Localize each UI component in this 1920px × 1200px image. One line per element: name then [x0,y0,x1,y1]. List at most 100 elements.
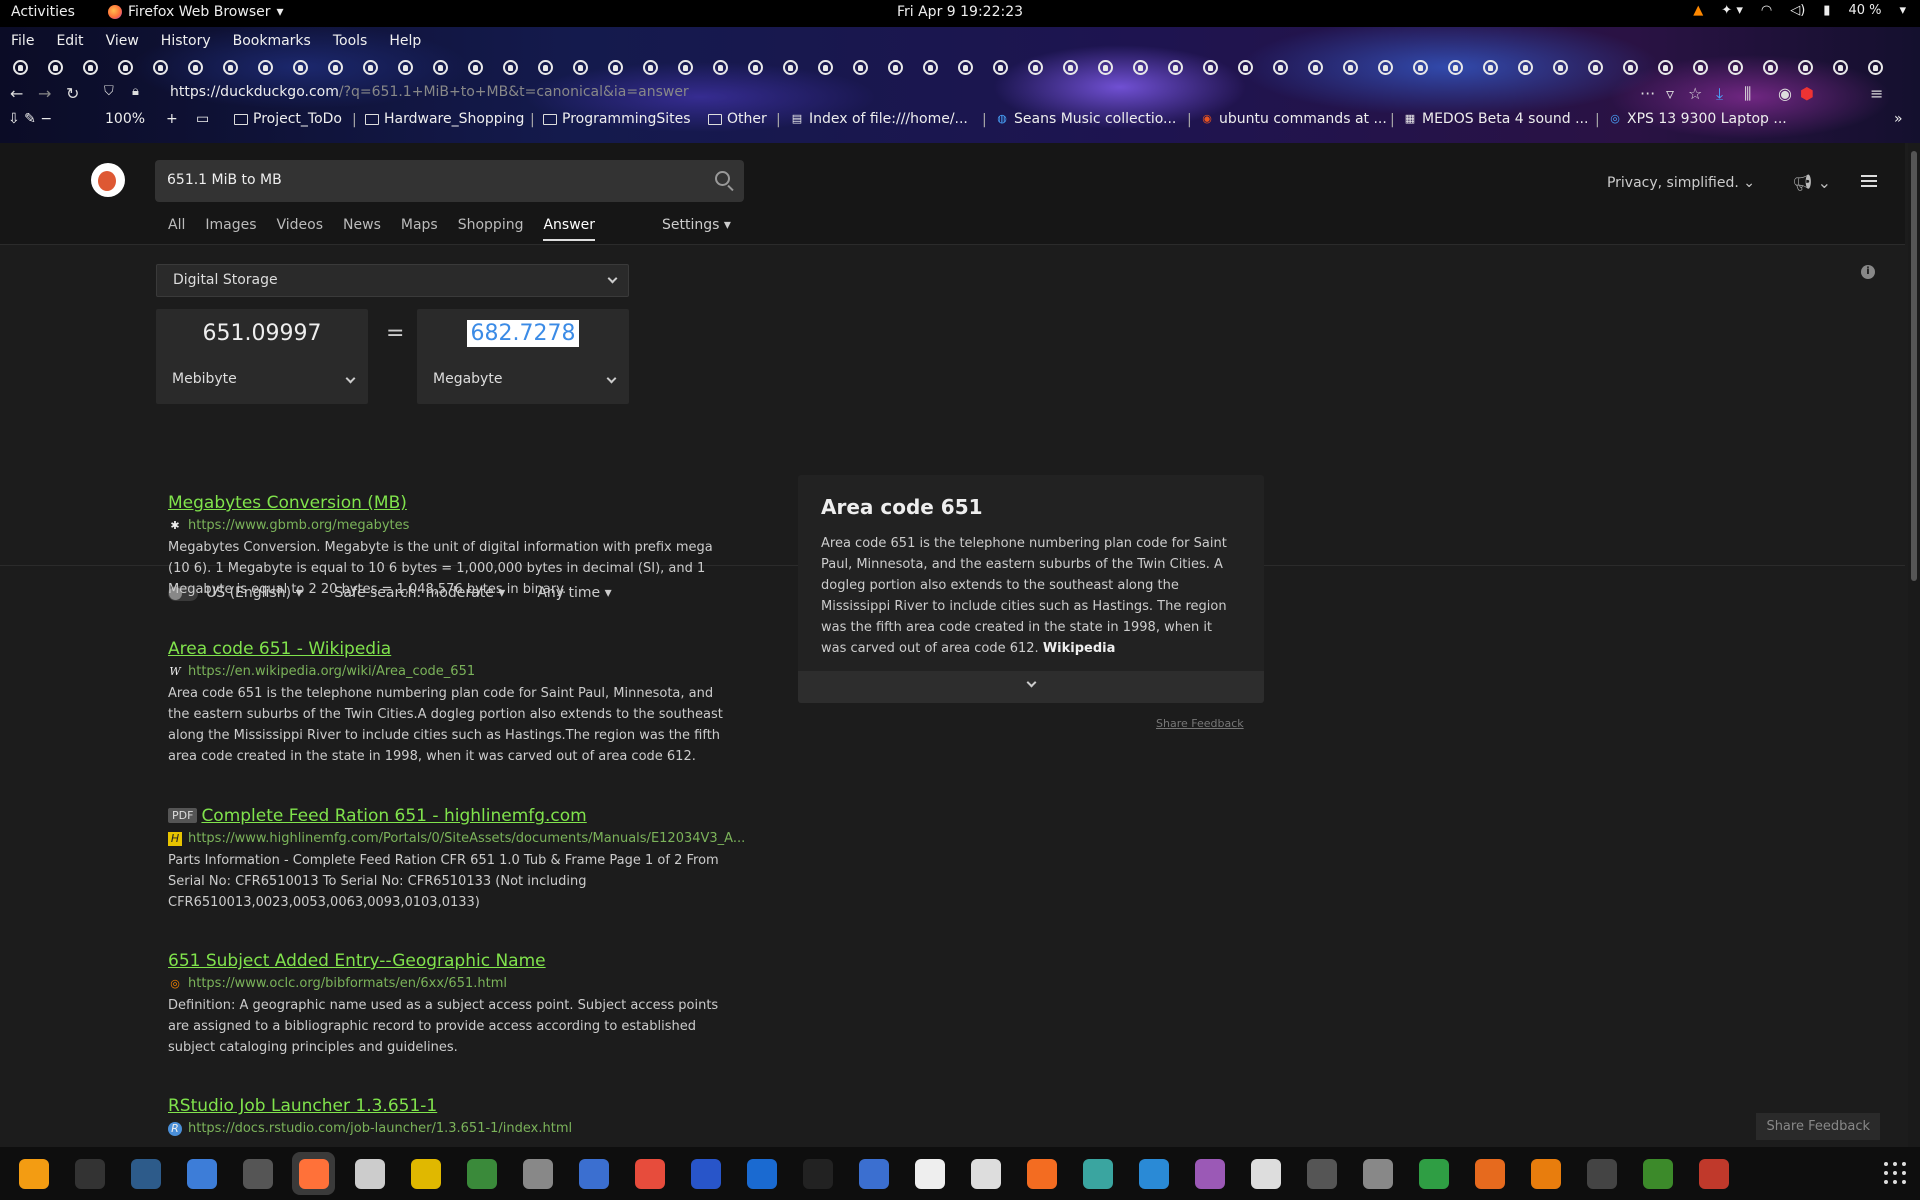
browser-tab[interactable] [113,56,137,78]
browser-tab[interactable] [358,56,382,78]
result-url[interactable]: Rhttps://docs.rstudio.com/job-launcher/1… [168,1121,738,1136]
character-map-icon[interactable] [964,1152,1007,1195]
nomacs-icon[interactable] [1580,1152,1623,1195]
browser-tab[interactable] [323,56,347,78]
browser-tab[interactable] [568,56,592,78]
browser-tab[interactable] [708,56,732,78]
font-viewer-icon[interactable] [1244,1152,1287,1195]
pocket-icon[interactable]: ▿ [1666,84,1674,103]
info-icon[interactable]: i [1861,265,1875,279]
vlc-icon[interactable] [12,1152,55,1195]
result-url[interactable]: ◎ https://www.oclc.org/bibformats/en/6xx/… [168,976,738,991]
disk-usage-icon[interactable] [1356,1152,1399,1195]
to-unit-select[interactable]: Megabyte [433,371,502,387]
spreadsheet-icon[interactable] [1412,1152,1455,1195]
result-title-link[interactable]: Complete Feed Ration 651 - highlinemfg.c… [201,806,586,826]
tab-shopping[interactable]: Shopping [458,217,524,241]
forward-icon[interactable]: → [38,84,51,103]
hamburger-menu-icon[interactable] [1861,175,1877,187]
browser-tab[interactable] [1163,56,1187,78]
browser-tab[interactable] [1128,56,1152,78]
account-icon[interactable]: ◉ [1778,84,1792,103]
browser-tab[interactable] [1478,56,1502,78]
bookmark-star-icon[interactable]: ☆ [1688,84,1702,103]
folder-icon[interactable]: ▭ [196,111,209,127]
browser-tab[interactable] [1688,56,1712,78]
browser-tab[interactable] [1758,56,1782,78]
inkscape-icon[interactable] [796,1152,839,1195]
browser-tab[interactable] [1863,56,1887,78]
browser-tab[interactable] [533,56,557,78]
browser-tab[interactable] [988,56,1012,78]
screenshot-icon[interactable] [852,1152,895,1195]
browser-tab[interactable] [1373,56,1397,78]
browser-tab[interactable] [603,56,627,78]
browser-tab[interactable] [1653,56,1677,78]
result-title-link[interactable]: RStudio Job Launcher 1.3.651-1 [168,1096,738,1116]
browser-tab[interactable] [673,56,697,78]
browser-tab[interactable] [638,56,662,78]
software-center-icon[interactable] [1020,1152,1063,1195]
system-graph-icon[interactable] [628,1152,671,1195]
bookmark-other[interactable]: Other [708,111,767,127]
browser-tab[interactable] [1828,56,1852,78]
bookmark-programming-sites[interactable]: ProgrammingSites [543,111,691,127]
system-monitor-icon[interactable] [124,1152,167,1195]
app-menu-icon[interactable]: ≡ [1870,84,1883,103]
menu-tools[interactable]: Tools [333,33,368,49]
browser-tab[interactable] [743,56,767,78]
browser-tab[interactable] [148,56,172,78]
from-unit-select[interactable]: Mebibyte [172,371,237,387]
accessibility-icon[interactable]: ✦ ▾ [1721,3,1743,18]
clock[interactable]: Fri Apr 9 19:22:23 [897,4,1023,20]
files-icon[interactable] [348,1152,391,1195]
game-icon[interactable] [1692,1152,1735,1195]
category-select[interactable]: Digital Storage [156,264,629,297]
firefox-icon[interactable] [292,1152,335,1195]
minecraft-icon[interactable] [1636,1152,1679,1195]
battery-icon[interactable]: ▮ [1823,3,1830,18]
menu-file[interactable]: File [11,33,34,49]
virtualbox-icon[interactable] [740,1152,783,1195]
browser-tab[interactable] [183,56,207,78]
browser-tab[interactable] [778,56,802,78]
browser-tab[interactable] [498,56,522,78]
browser-tab[interactable] [288,56,312,78]
bookmarks-overflow-icon[interactable]: » [1894,111,1903,127]
from-value-input[interactable]: 651.09997 [156,321,368,346]
browser-tab[interactable] [1723,56,1747,78]
browser-tab[interactable] [1268,56,1292,78]
presentation-icon[interactable] [1468,1152,1511,1195]
browser-tab[interactable] [1583,56,1607,78]
tweaks-icon[interactable] [460,1152,503,1195]
tab-news[interactable]: News [343,217,381,241]
activities-button[interactable]: Activities [11,4,75,20]
show-applications-icon[interactable] [1884,1162,1906,1184]
browser-tab[interactable] [1198,56,1222,78]
menu-history[interactable]: History [161,33,211,49]
settings-dropdown[interactable]: Settings ▾ [662,217,731,233]
browser-tab[interactable] [1443,56,1467,78]
browser-tab[interactable] [1513,56,1537,78]
arch-icon[interactable] [1300,1152,1343,1195]
search-icon[interactable] [715,171,730,186]
tab-images[interactable]: Images [205,217,256,241]
browser-tab[interactable] [428,56,452,78]
menu-bookmarks[interactable]: Bookmarks [233,33,311,49]
bookmark-medos-beta[interactable]: ▦ MEDOS Beta 4 sound ... [1403,111,1589,127]
help-icon[interactable] [1132,1152,1175,1195]
browser-tab[interactable] [1233,56,1257,78]
browser-tab[interactable] [1793,56,1817,78]
tab-videos[interactable]: Videos [277,217,324,241]
browser-tab[interactable] [813,56,837,78]
back-icon[interactable]: ← [10,84,23,103]
browser-tab[interactable] [43,56,67,78]
clock-icon[interactable] [236,1152,279,1195]
typora-icon[interactable] [908,1152,951,1195]
result-url[interactable]: Whttps://en.wikipedia.org/wiki/Area_code… [168,664,738,679]
ublock-icon[interactable]: ⬢ [1800,84,1814,103]
result-url[interactable]: ✱ https://www.gbmb.org/megabytes [168,518,738,533]
tab-all[interactable]: All [168,217,185,241]
result-title-link[interactable]: 651 Subject Added Entry--Geographic Name [168,951,738,971]
vertical-scrollbar[interactable] [1908,143,1920,1147]
